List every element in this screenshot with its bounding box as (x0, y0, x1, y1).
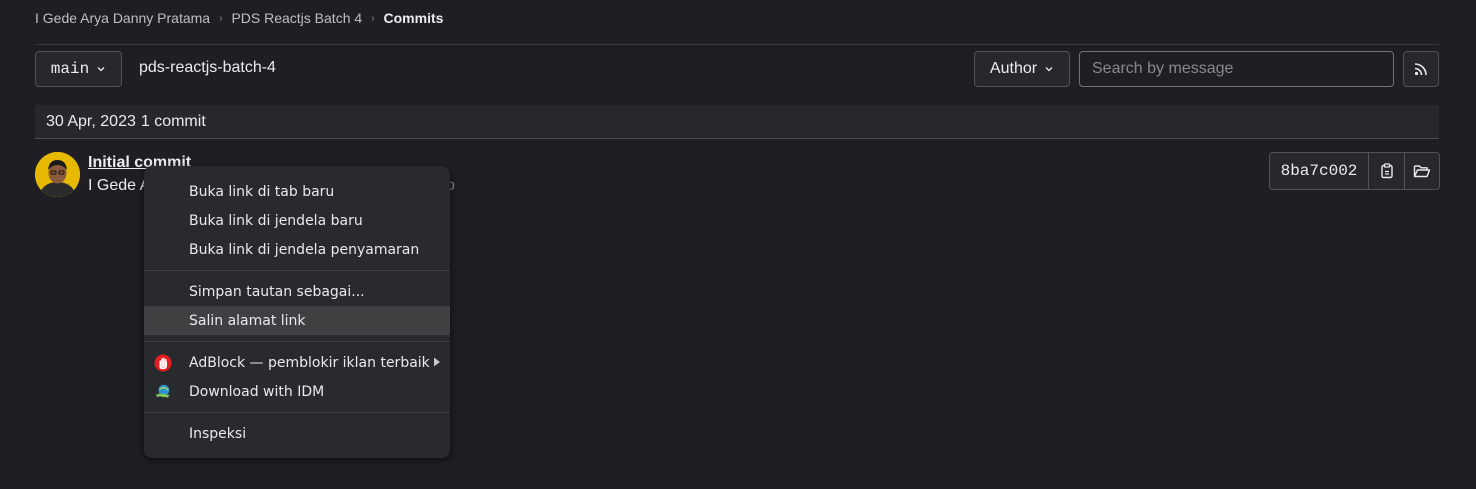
menu-separator (144, 341, 450, 342)
search-input[interactable] (1079, 51, 1394, 87)
menu-item-label: Buka link di tab baru (189, 183, 335, 200)
menu-item-label: Inspeksi (189, 425, 247, 442)
menu-item-label: Buka link di jendela baru (189, 212, 363, 229)
author-dropdown-button[interactable]: Author (974, 51, 1070, 87)
adblock-hand-icon (154, 354, 172, 372)
menu-item-label: Simpan tautan sebagai... (189, 283, 365, 300)
commit-date-header: 30 Apr, 2023 1 commit (35, 105, 1439, 139)
menu-separator (144, 412, 450, 413)
breadcrumb-separator-icon: › (371, 12, 375, 24)
menu-item-label: Salin alamat link (189, 312, 306, 329)
menu-item-inspect[interactable]: Inspeksi (144, 419, 450, 448)
menu-item-label: Download with IDM (189, 383, 325, 400)
author-label: Author (989, 60, 1038, 77)
idm-globe-icon (154, 384, 171, 398)
commit-sha-button[interactable]: 8ba7c002 (1270, 153, 1369, 189)
rss-icon (1414, 63, 1427, 76)
menu-separator (144, 270, 450, 271)
folder-open-icon (1413, 165, 1431, 178)
breadcrumb-item-user[interactable]: I Gede Arya Danny Pratama (35, 10, 210, 26)
browse-files-button[interactable] (1404, 153, 1439, 189)
commit-date: 30 Apr, 2023 (46, 112, 136, 130)
branch-dropdown-button[interactable]: main (35, 51, 122, 87)
menu-item-adblock[interactable]: AdBlock — pemblokir iklan terbaik (144, 348, 450, 377)
branch-label: main (50, 60, 90, 78)
avatar[interactable] (35, 152, 80, 197)
clipboard-icon (1380, 163, 1393, 179)
commit-sha-group: 8ba7c002 (1269, 152, 1440, 190)
menu-item-open-new-tab[interactable]: Buka link di tab baru (144, 177, 450, 206)
menu-item-label: Buka link di jendela penyamaran (189, 241, 420, 258)
menu-item-open-new-window[interactable]: Buka link di jendela baru (144, 206, 450, 235)
menu-item-download-idm[interactable]: Download with IDM (144, 377, 450, 406)
commit-author[interactable]: I Gede A (88, 177, 150, 195)
chevron-down-icon (97, 67, 105, 72)
chevron-down-icon (1045, 67, 1053, 72)
repo-name: pds-reactjs-batch-4 (139, 59, 276, 76)
menu-item-save-link-as[interactable]: Simpan tautan sebagai... (144, 277, 450, 306)
menu-item-copy-link-address[interactable]: Salin alamat link (144, 306, 450, 335)
avatar-image (35, 152, 80, 197)
breadcrumb-current[interactable]: Commits (384, 10, 444, 26)
breadcrumb: I Gede Arya Danny Pratama › PDS Reactjs … (35, 10, 443, 26)
breadcrumb-separator-icon: › (219, 12, 223, 24)
menu-item-label: AdBlock — pemblokir iklan terbaik (189, 354, 430, 371)
commit-count: 1 commit (140, 112, 206, 130)
header-divider (35, 44, 1439, 45)
menu-item-open-incognito[interactable]: Buka link di jendela penyamaran (144, 235, 450, 264)
breadcrumb-item-project[interactable]: PDS Reactjs Batch 4 (231, 10, 362, 26)
context-menu: Buka link di tab baru Buka link di jende… (144, 166, 450, 458)
copy-sha-button[interactable] (1369, 153, 1404, 189)
rss-button[interactable] (1403, 51, 1439, 87)
chevron-right-icon (434, 357, 440, 367)
